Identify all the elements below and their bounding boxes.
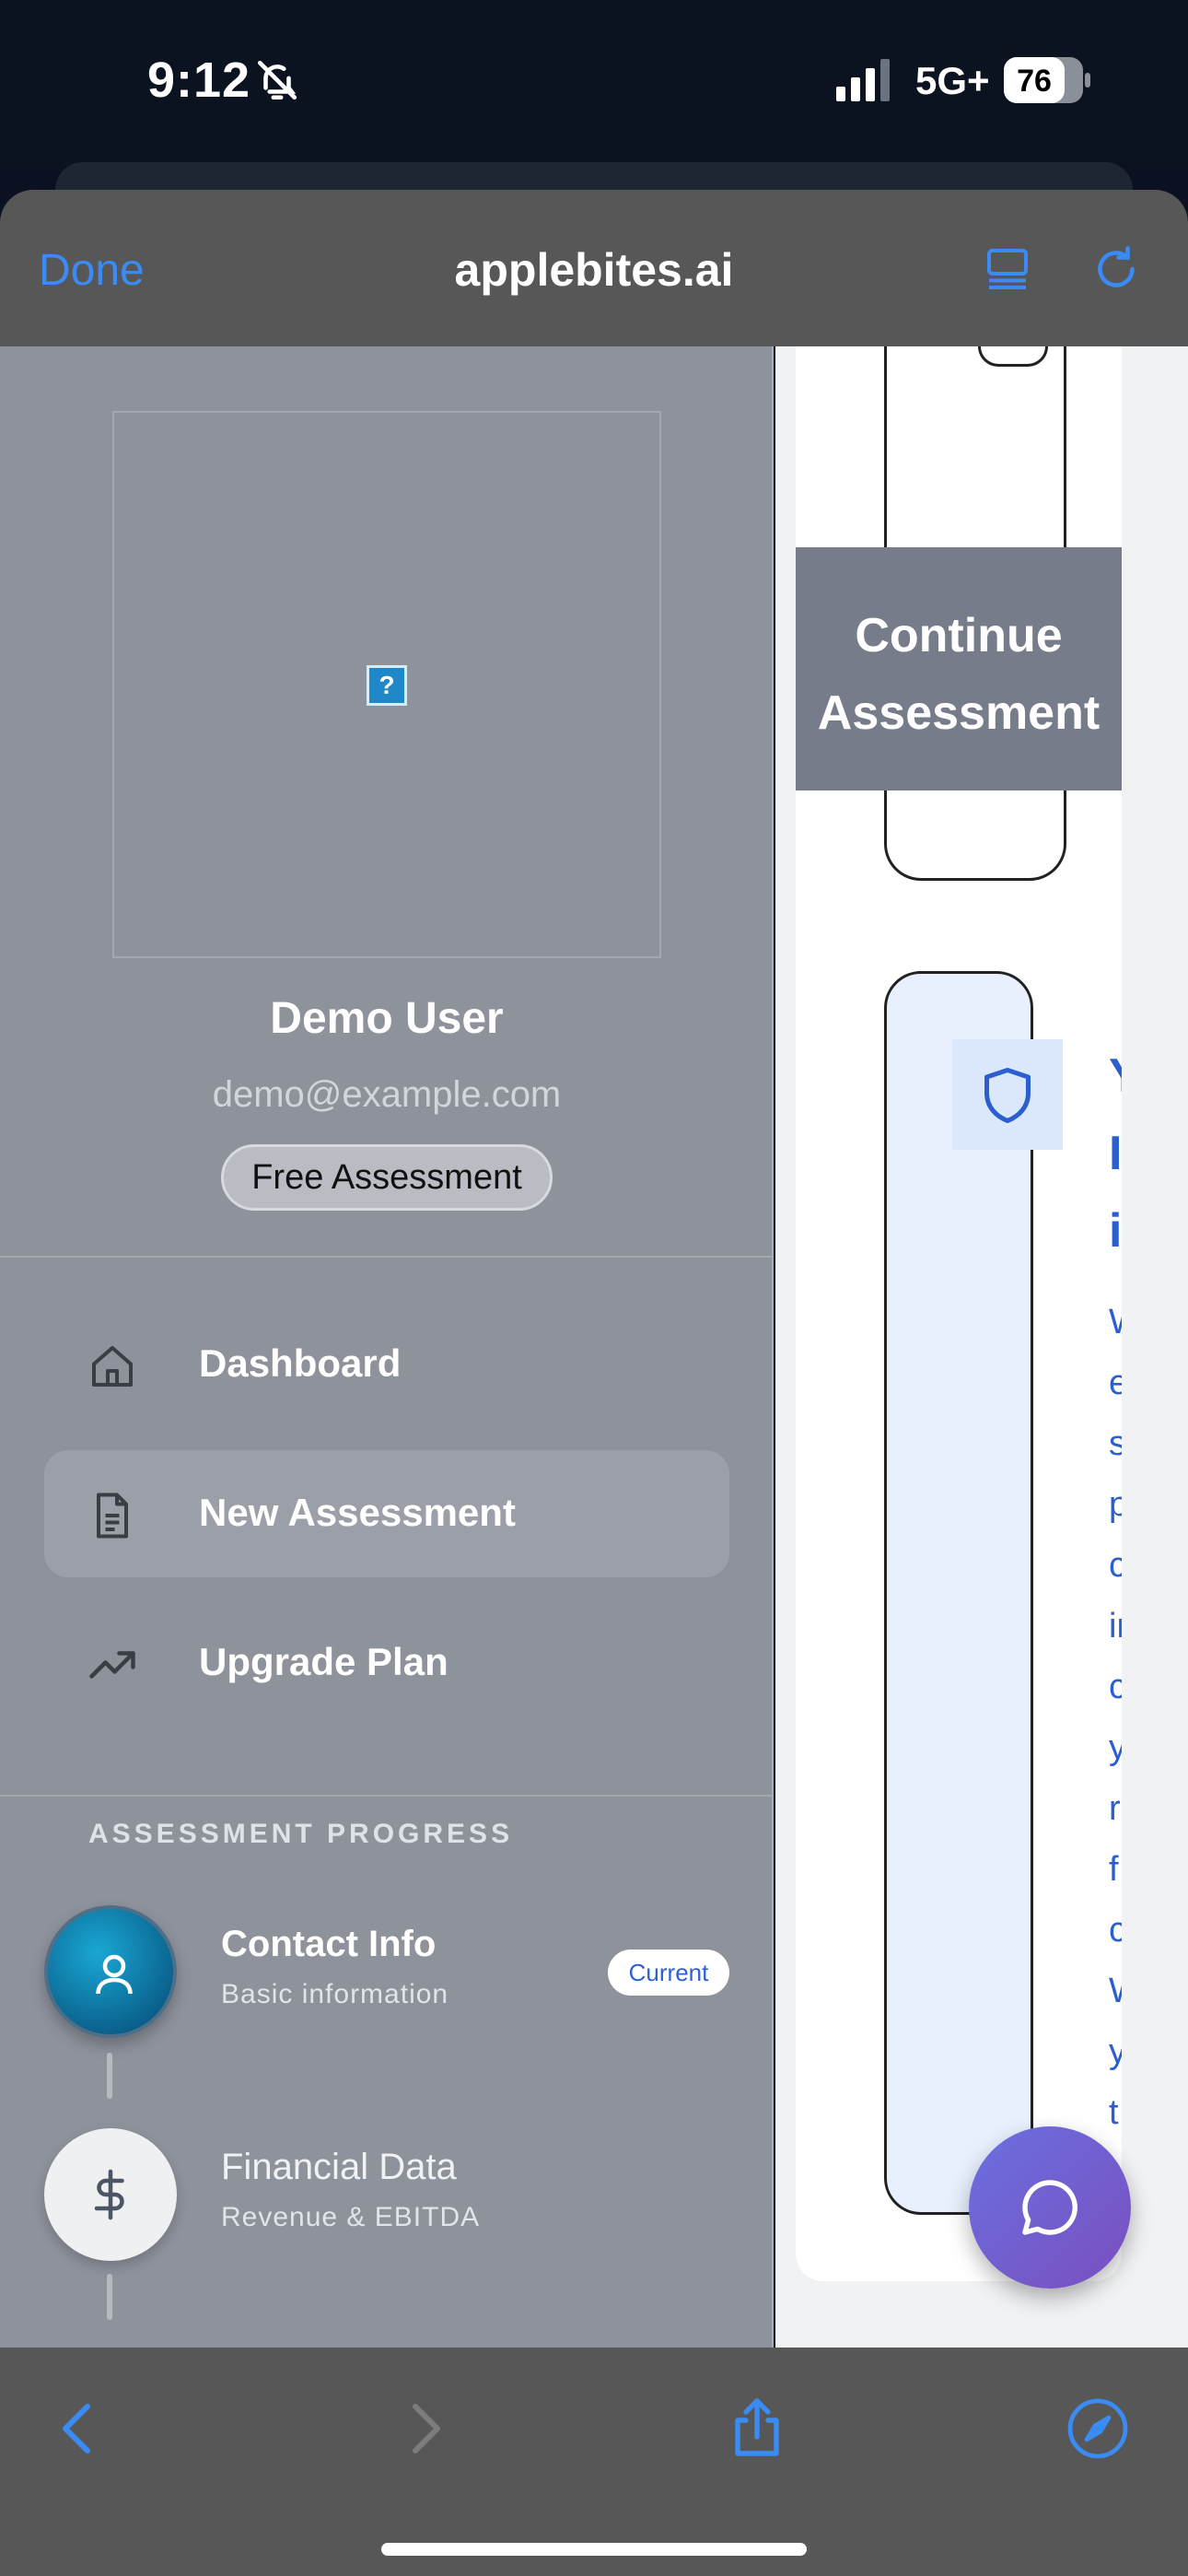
clipped-body-line: c <box>1109 1546 1122 1585</box>
browser-header: Done applebites.ai <box>0 190 1188 346</box>
battery-icon: 76 <box>1004 57 1090 103</box>
browser-toolbar <box>0 2348 1188 2576</box>
clipped-body-line: r <box>1109 1789 1121 1828</box>
step-title: Contact Info <box>221 1924 437 1964</box>
info-panel <box>884 971 1033 2215</box>
document-icon <box>97 1493 128 1539</box>
sidebar-drawer: ? Demo User demo@example.com Free Assess… <box>0 346 774 2348</box>
continue-assessment-button[interactable]: Continue Assessment <box>796 547 1122 790</box>
clipped-body-line: c <box>1109 1668 1122 1706</box>
home-indicator <box>381 2543 807 2556</box>
trending-up-icon <box>89 1651 135 1679</box>
status-bar: 9:12 5G+ 76 <box>0 0 1188 166</box>
user-name: Demo User <box>270 994 504 1043</box>
clipped-body-line: e <box>1109 1364 1122 1402</box>
progress-section-title: ASSESSMENT PROGRESS <box>88 1819 514 1849</box>
chat-bubble-icon <box>1022 2180 1077 2235</box>
shield-badge <box>952 1039 1063 1150</box>
clipped-body-line: f <box>1109 1850 1119 1889</box>
home-icon <box>92 1346 133 1387</box>
network-type: 5G+ <box>915 59 990 102</box>
reload-icon[interactable] <box>1089 241 1144 297</box>
shield-icon <box>984 1068 1031 1123</box>
broken-image-icon: ? <box>367 665 407 706</box>
clipped-heading-line: I <box>1109 1127 1122 1180</box>
back-icon[interactable] <box>46 2395 112 2462</box>
sidebar-item-label: Upgrade Plan <box>199 1640 448 1683</box>
sidebar-item-label: New Assessment <box>199 1491 516 1534</box>
status-time: 9:12 <box>147 53 251 108</box>
bell-slash-icon <box>257 60 297 100</box>
user-email: demo@example.com <box>212 1074 562 1115</box>
step-connector <box>107 2274 112 2320</box>
compass-icon[interactable] <box>1065 2395 1131 2462</box>
dollar-icon <box>94 2169 124 2220</box>
clipped-heading-line: Y <box>1109 1048 1122 1104</box>
battery-level: 76 <box>1017 64 1052 99</box>
sidebar-item-new-assessment[interactable]: New Assessment <box>44 1450 729 1577</box>
step-contact-info[interactable] <box>44 1905 177 2038</box>
sidebar-item-upgrade-plan[interactable]: Upgrade Plan <box>44 1599 729 1727</box>
current-badge: Current <box>608 1950 729 1996</box>
forward-icon[interactable] <box>390 2395 457 2462</box>
clipped-body-line: s <box>1109 1424 1122 1463</box>
clipped-body-line: t <box>1109 2093 1119 2132</box>
clipped-body-line: c <box>1109 1911 1122 1950</box>
sidebar-item-label: Dashboard <box>199 1341 402 1385</box>
clipped-body-line: y <box>1109 1728 1122 1767</box>
chat-button[interactable] <box>969 2126 1131 2289</box>
divider <box>0 1795 772 1797</box>
share-icon[interactable] <box>724 2395 790 2462</box>
reader-icon[interactable] <box>980 241 1035 297</box>
clipped-body-line: y <box>1109 2032 1122 2071</box>
step-financial-data[interactable] <box>44 2128 177 2261</box>
user-icon <box>96 1954 133 1995</box>
clipped-body-line: p <box>1109 1485 1122 1524</box>
clipped-body-line: in <box>1109 1607 1122 1645</box>
decorative-knob <box>978 346 1048 367</box>
clipped-heading-line: i <box>1109 1204 1122 1258</box>
step-connector <box>107 2053 112 2099</box>
sidebar-item-dashboard[interactable]: Dashboard <box>44 1301 729 1428</box>
divider <box>0 1256 772 1258</box>
clipped-body-line: W <box>1109 1972 1122 2011</box>
step-subtitle: Revenue & EBITDA <box>221 2202 481 2232</box>
step-title: Financial Data <box>221 2147 457 2187</box>
avatar-image: ? <box>112 411 661 958</box>
plan-badge: Free Assessment <box>221 1144 553 1211</box>
clipped-body-line: W <box>1109 1303 1122 1342</box>
signal-icon <box>836 59 890 101</box>
step-subtitle: Basic information <box>221 1979 449 2009</box>
